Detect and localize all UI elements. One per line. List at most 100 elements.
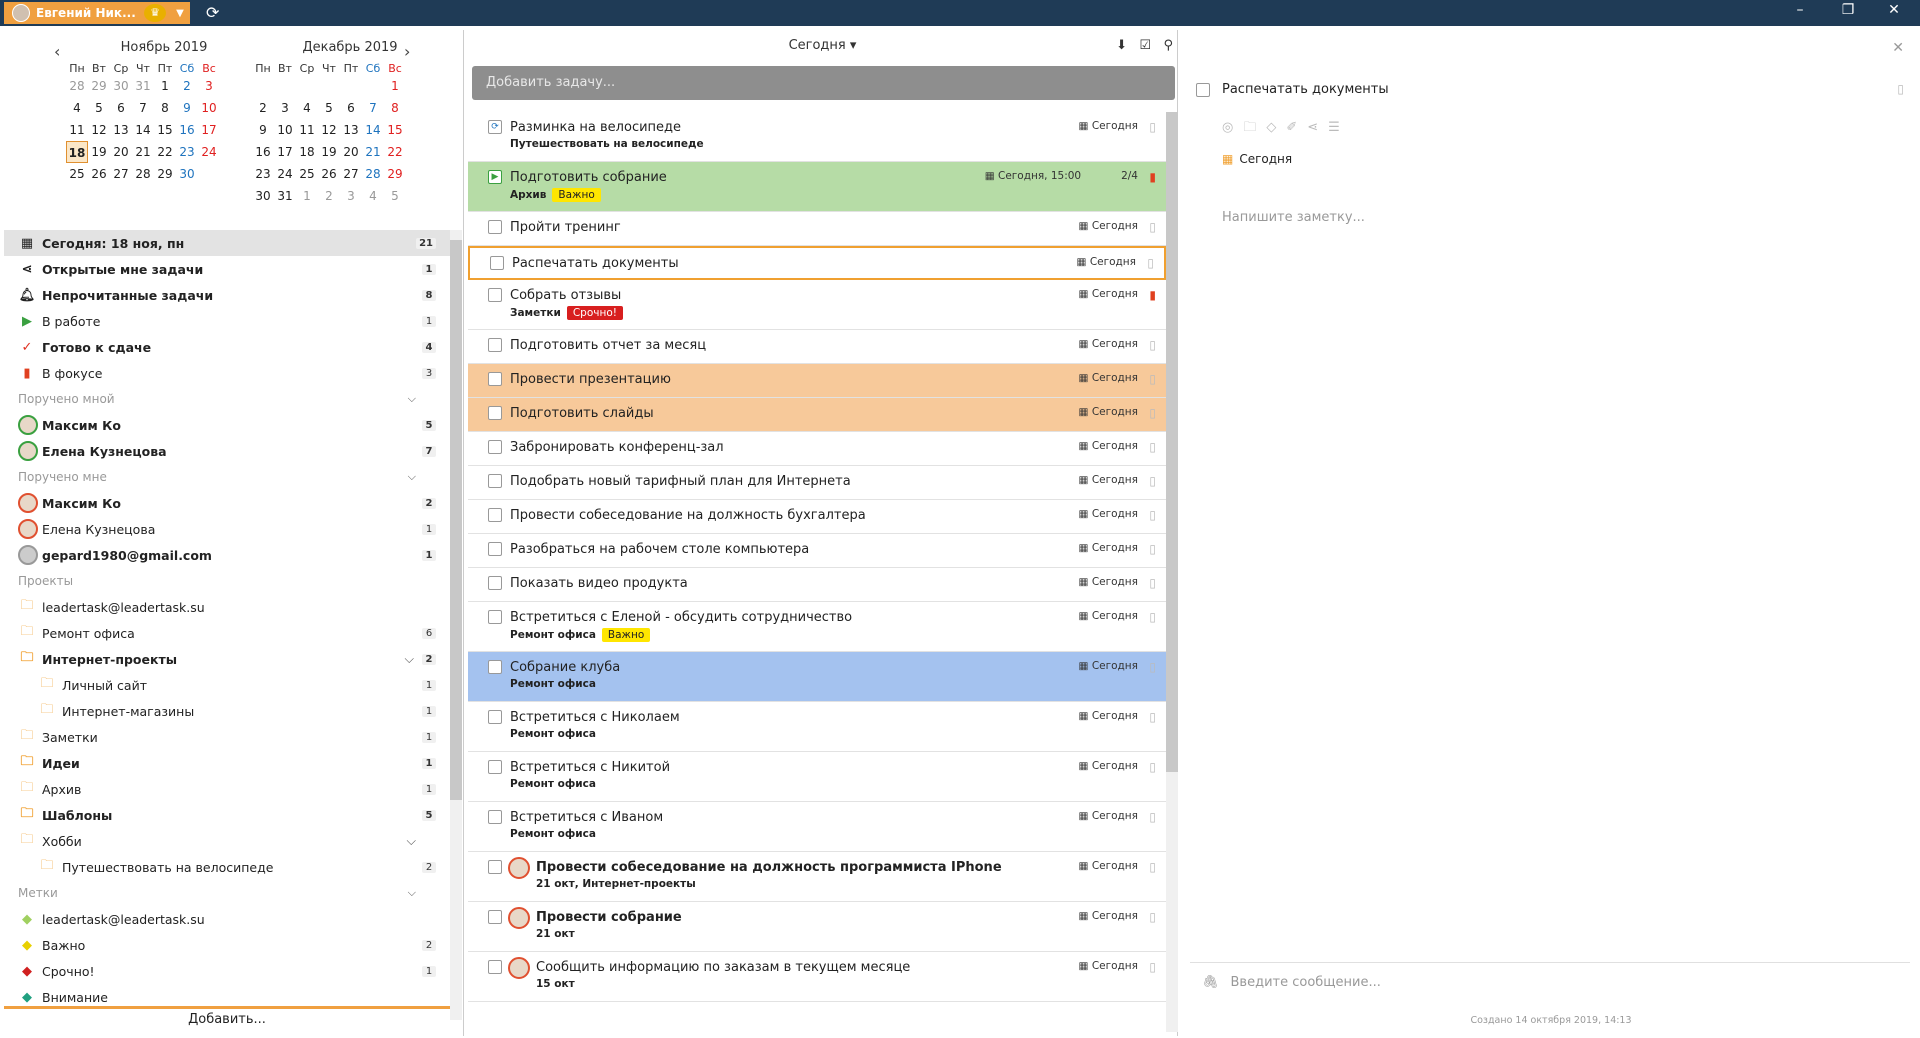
add-button[interactable]: Добавить... [4,1006,450,1032]
nav-project[interactable]: 🗀 Личный сайт 1 [4,672,450,698]
nav-project[interactable]: 🗀 leadertask@leadertask.su [4,594,450,620]
task-checkbox[interactable] [488,220,502,234]
nav-unread-tasks[interactable]: 🔔︎ Непрочитанные задачи 8 [4,282,450,308]
task-checkbox[interactable] [488,576,502,590]
nav-focus[interactable]: ▮ В фокусе 3 [4,360,450,386]
task-row[interactable]: ▶ Подготовить собрание Архив Важно ▦ Сегодня… [468,162,1166,212]
task-row[interactable]: Собрать отзывы Заметки Срочно! ▦ Сегодня ▮ [468,280,1166,330]
nav-person[interactable]: Елена Кузнецова 1 [4,516,450,542]
nav-project[interactable]: 🗀 Хобби ⌵ [4,828,450,854]
bookmark-icon[interactable]: ▯ [1897,82,1904,96]
task-row[interactable]: Разобраться на рабочем столе компьютера ▦… [468,534,1166,568]
calendar-day[interactable]: 13 [340,119,362,141]
assign-icon[interactable]: ◎ [1222,120,1243,135]
task-checkbox[interactable] [488,660,502,674]
task-row[interactable]: Забронировать конференц-зал ▦ Сегодня ▯ [468,432,1166,466]
calendar-day[interactable]: 19 [318,141,340,163]
add-task-input[interactable]: Добавить задачу... [472,66,1175,100]
sort-icon[interactable]: ⬇ [1116,38,1127,53]
task-row[interactable]: Подготовить отчет за месяц ▦ Сегодня ▯ [468,330,1166,364]
calendar-day[interactable]: 21 [362,141,384,163]
nav-project[interactable]: 🗀 Интернет-проекты ⌵ 2 [4,646,450,672]
calendar-day[interactable]: 16 [176,119,198,141]
calendar-day[interactable]: 1 [384,75,406,97]
calendar-day[interactable]: 25 [66,163,88,185]
nav-project[interactable]: 🗀 Шаблоны 5 [4,802,450,828]
task-checkbox[interactable] [488,406,502,420]
message-input[interactable]: 🖇︎ Введите сообщение... [1190,962,1910,1002]
chevron-down-icon[interactable]: ⌵ [405,651,414,667]
share-icon[interactable]: ⋖ [1307,120,1328,135]
bookmark-icon[interactable]: ▯ [1149,660,1156,674]
task-row[interactable]: Провести собеседование на должность бухг… [468,500,1166,534]
calendar-day[interactable]: 14 [362,119,384,141]
sidebar-scrollbar[interactable] [450,230,462,1020]
task-checkbox[interactable] [488,710,502,724]
bookmark-icon[interactable]: ▯ [1149,710,1156,724]
calendar-day[interactable]: 4 [66,97,88,119]
task-checkbox[interactable] [490,256,504,270]
task-row[interactable]: Провести презентацию ▦ Сегодня ▯ [468,364,1166,398]
folder-icon[interactable]: 🗀 [1243,120,1266,135]
bookmark-icon[interactable]: ▯ [1149,220,1156,234]
bookmark-icon[interactable]: ▯ [1149,542,1156,556]
nav-tag[interactable]: ◆ Важно 2 [4,932,450,958]
task-checkbox[interactable] [488,542,502,556]
calendar-day[interactable]: 20 [110,141,132,163]
calendar-day[interactable]: 14 [132,119,154,141]
calendar-day[interactable]: 18 [66,141,88,163]
bookmark-icon[interactable]: ▯ [1147,256,1154,270]
nav-project[interactable]: 🗀 Путешествовать на велосипеде 2 [4,854,450,880]
bookmark-icon[interactable]: ▯ [1149,910,1156,924]
calendar-day[interactable]: 29 [154,163,176,185]
task-checkbox[interactable] [488,474,502,488]
nav-in-work[interactable]: ▶ В работе 1 [4,308,450,334]
calendar-day[interactable]: 16 [252,141,274,163]
calendar-day[interactable]: 3 [274,97,296,119]
checklist-icon[interactable]: ☰ [1328,120,1350,135]
calendar-day[interactable]: 5 [88,97,110,119]
close-button[interactable]: ✕ [1880,2,1908,18]
tag-icon[interactable]: ◇ [1266,120,1286,135]
nav-person[interactable]: Елена Кузнецова 7 [4,438,450,464]
calendar-day[interactable]: 6 [110,97,132,119]
calendar-day[interactable]: 15 [154,119,176,141]
calendar-day[interactable]: 26 [88,163,110,185]
task-checkbox[interactable]: ▶ [488,170,502,184]
section-assigned-to-me[interactable]: Поручено мне ⌵ [4,464,450,490]
calendar-day[interactable]: 3 [198,75,220,97]
task-row[interactable]: Встретиться с Иваном Ремонт офиса ▦ Сегодн… [468,802,1166,852]
pin-icon[interactable]: ✐ [1286,120,1307,135]
checkbox-icon[interactable]: ☑ [1139,38,1151,53]
nav-open-tasks[interactable]: ⋖ Открытые мне задачи 1 [4,256,450,282]
sync-icon[interactable]: ⟳ [206,3,219,22]
chevron-down-icon[interactable]: ⌵ [407,833,416,849]
bookmark-icon[interactable]: ▯ [1149,338,1156,352]
bookmark-icon[interactable]: ▯ [1149,474,1156,488]
calendar-day[interactable]: 28 [132,163,154,185]
calendar-day[interactable]: 31 [132,75,154,97]
task-checkbox[interactable] [488,372,502,386]
bookmark-icon[interactable]: ▯ [1149,120,1156,134]
calendar-day[interactable]: 27 [110,163,132,185]
task-row[interactable]: Пройти тренинг ▦ Сегодня ▯ [468,212,1166,246]
bookmark-icon[interactable]: ▯ [1149,810,1156,824]
bookmark-icon[interactable]: ▯ [1149,760,1156,774]
calendar-day[interactable]: 7 [132,97,154,119]
task-row[interactable]: ⟳ Разминка на велосипеде Путешествовать на… [468,112,1166,162]
task-row[interactable]: Распечатать документы ▦ Сегодня ▯ [468,246,1166,280]
task-row[interactable]: Встретиться с Еленой - обсудить сотрудни… [468,602,1166,652]
task-row[interactable]: Встретиться с Николаем Ремонт офиса ▦ Сего… [468,702,1166,752]
calendar-day[interactable]: 23 [176,141,198,163]
nav-project[interactable]: 🗀 Архив 1 [4,776,450,802]
calendar-day[interactable]: 2 [318,185,340,207]
calendar-day[interactable]: 9 [176,97,198,119]
calendar-day[interactable]: 30 [110,75,132,97]
task-checkbox[interactable] [488,960,502,974]
calendar-day[interactable]: 8 [384,97,406,119]
calendar-day[interactable]: 17 [198,119,220,141]
minimize-button[interactable]: – [1786,2,1814,18]
nav-tag[interactable]: ◆ leadertask@leadertask.su [4,906,450,932]
calendar-day[interactable]: 28 [66,75,88,97]
calendar-day[interactable]: 1 [296,185,318,207]
